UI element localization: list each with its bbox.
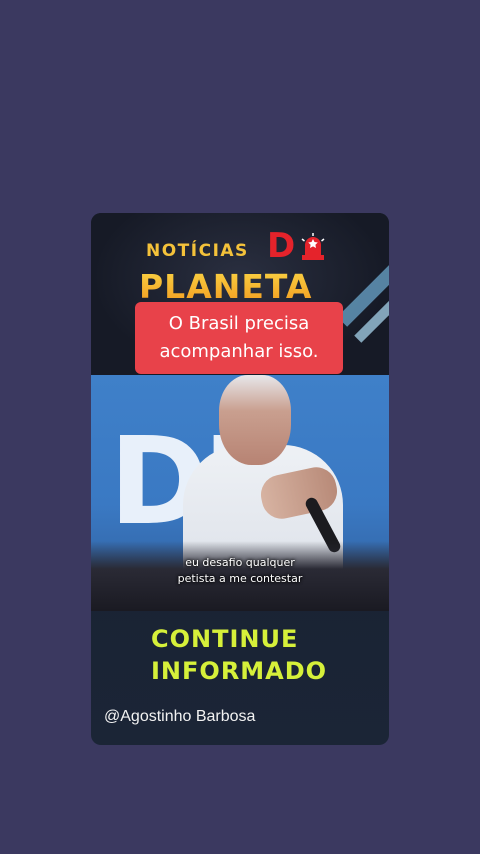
speaker-head bbox=[219, 375, 291, 465]
subtitle-line: eu desafio qualquer bbox=[185, 556, 295, 569]
headline-line: O Brasil precisa bbox=[168, 313, 310, 334]
headline-banner: O Brasil precisa acompanhar isso. bbox=[135, 302, 343, 374]
subtitle-line: petista a me contestar bbox=[177, 572, 303, 585]
headline-line: acompanhar isso. bbox=[159, 341, 319, 362]
siren-icon bbox=[301, 233, 325, 260]
brand-title-main: PLANETA bbox=[139, 267, 313, 306]
video-frame[interactable]: DE eu desafio qualquer petista a me cont… bbox=[91, 375, 389, 611]
brand-letter: D bbox=[267, 226, 296, 266]
video-post-card[interactable]: NOTÍCIAS D PLANETA O Brasil precisa acom… bbox=[91, 213, 389, 745]
video-subtitle: eu desafio qualquer petista a me contest… bbox=[91, 555, 389, 587]
cta-line: INFORMADO bbox=[151, 657, 328, 685]
cta-line: CONTINUE bbox=[151, 625, 299, 653]
call-to-action: CONTINUE INFORMADO bbox=[151, 623, 327, 687]
author-handle[interactable]: @Agostinho Barbosa bbox=[104, 708, 255, 726]
brand-title-top: NOTÍCIAS bbox=[146, 241, 249, 261]
